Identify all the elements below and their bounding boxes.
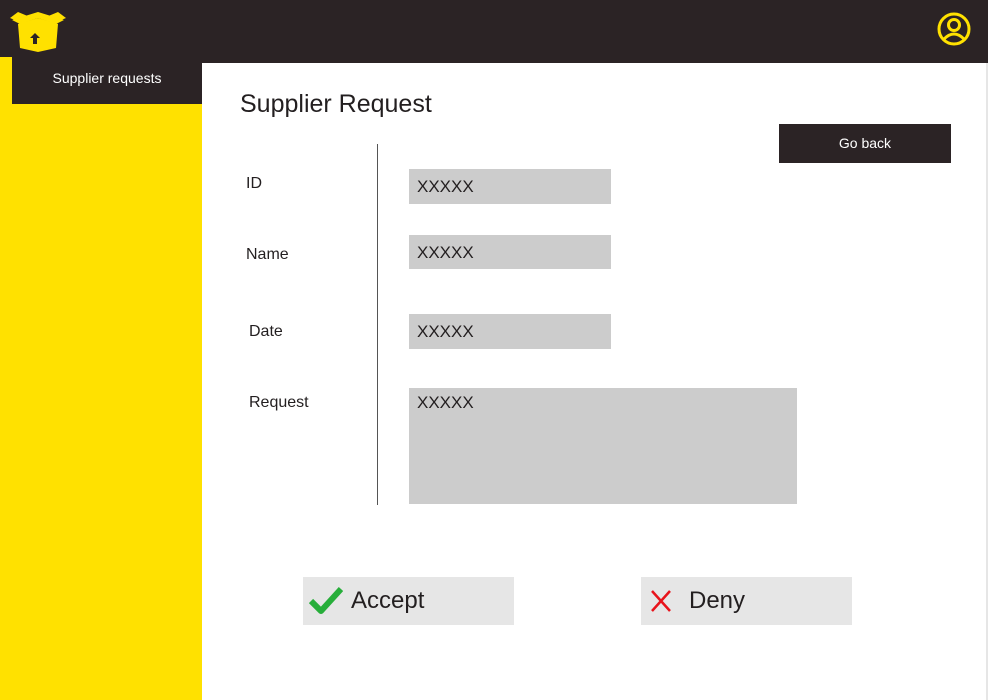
date-label: Date: [249, 323, 283, 340]
user-circle-icon[interactable]: [937, 12, 971, 46]
date-field[interactable]: XXXXX: [409, 314, 611, 349]
sidebar: [0, 63, 202, 700]
sidebar-item-supplier-requests[interactable]: Supplier requests: [0, 57, 202, 104]
name-label: Name: [246, 246, 289, 263]
x-icon: [651, 590, 671, 612]
deny-button[interactable]: Deny: [641, 577, 852, 625]
accept-label: Accept: [351, 587, 425, 614]
accept-button[interactable]: Accept: [303, 577, 514, 625]
checkmark-icon: [309, 586, 343, 614]
form-divider: [377, 144, 378, 505]
sidebar-item-label: Supplier requests: [52, 70, 162, 86]
id-field[interactable]: XXXXX: [409, 169, 611, 204]
page-title: Supplier Request: [240, 90, 432, 118]
deny-label: Deny: [689, 587, 746, 614]
name-field[interactable]: XXXXX: [409, 235, 611, 269]
top-bar: [0, 0, 988, 63]
go-back-button[interactable]: Go back: [779, 124, 951, 163]
id-label: ID: [246, 175, 262, 192]
request-label: Request: [249, 394, 309, 411]
box-logo-icon[interactable]: [10, 8, 66, 52]
active-indicator: [0, 57, 12, 104]
request-textarea[interactable]: XXXXX: [409, 388, 797, 504]
